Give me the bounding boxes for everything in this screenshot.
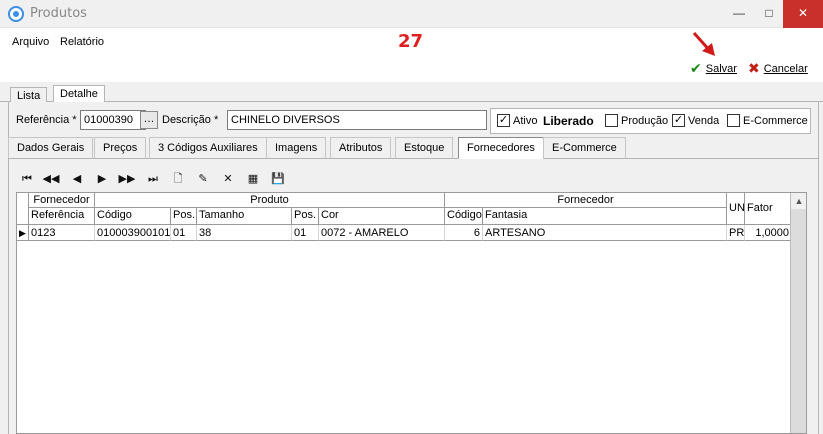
minimize-button[interactable]: — bbox=[724, 0, 754, 28]
cancel-button[interactable]: ✖ Cancelar bbox=[748, 60, 808, 77]
col-header-fantasia[interactable]: Fantasia bbox=[483, 208, 727, 225]
current-row-indicator: ▶ bbox=[17, 225, 29, 241]
col-header-codigo[interactable]: Código bbox=[95, 208, 171, 225]
sub-tab-strip: Dados Gerais Preços 3 Códigos Auxiliares… bbox=[8, 137, 819, 159]
check-icon: ✔ bbox=[690, 60, 702, 76]
outer-tab-strip: Lista Detalhe bbox=[0, 82, 823, 104]
col-header-pos[interactable]: Pos. bbox=[171, 208, 197, 225]
tab-codigos-auxiliares[interactable]: 3 Códigos Auxiliares bbox=[149, 137, 267, 158]
group-header-produto: Produto bbox=[95, 193, 445, 208]
suppliers-grid[interactable]: Fornecedor Produto Fornecedor UN Fator R… bbox=[16, 192, 807, 434]
vertical-scrollbar[interactable]: ▲ bbox=[790, 193, 806, 433]
menu-bar: Arquivo Relatório 27 ✔ Salvar ✖ Cancelar bbox=[0, 28, 823, 82]
edit-icon[interactable]: ✎ bbox=[192, 170, 214, 188]
tab-precos[interactable]: Preços bbox=[94, 137, 147, 158]
referencia-field[interactable]: 01000390 bbox=[80, 110, 146, 130]
status-group: ✓ Ativo Liberado Produção ✓ Venda E-Comm… bbox=[490, 108, 811, 134]
col-header-pos-cor[interactable]: Pos. bbox=[292, 208, 319, 225]
table-row-cell-fator[interactable]: 1,0000 bbox=[745, 225, 792, 241]
indicator-header bbox=[17, 193, 29, 225]
ativo-checkbox[interactable]: ✓ bbox=[497, 114, 510, 127]
save-icon[interactable]: 💾 bbox=[267, 170, 289, 188]
group-header-fornecedor-2: Fornecedor bbox=[445, 193, 727, 208]
col-header-un[interactable]: UN bbox=[727, 193, 745, 225]
col-header-referencia[interactable]: Referência bbox=[29, 208, 95, 225]
descricao-field[interactable]: CHINELO DIVERSOS bbox=[227, 110, 487, 130]
delete-icon[interactable]: ✕ bbox=[217, 170, 239, 188]
cancel-x-icon: ✖ bbox=[748, 60, 760, 76]
table-row-cell-fantasia[interactable]: ARTESANO bbox=[483, 225, 727, 241]
referencia-label: Referência * bbox=[16, 114, 77, 126]
title-bar: Produtos — □ ✕ bbox=[0, 0, 823, 28]
annotation-badge: 27 bbox=[398, 31, 424, 52]
tab-atributos[interactable]: Atributos bbox=[330, 137, 392, 158]
ativo-label: Ativo bbox=[513, 115, 538, 127]
cancel-label: Cancelar bbox=[763, 62, 808, 75]
save-button[interactable]: ✔ Salvar bbox=[690, 60, 737, 77]
col-header-tamanho[interactable]: Tamanho bbox=[197, 208, 292, 225]
app-icon bbox=[8, 6, 24, 22]
tab-estoque[interactable]: Estoque bbox=[395, 137, 454, 158]
table-row-cell-un[interactable]: PR bbox=[727, 225, 745, 241]
maximize-button[interactable]: □ bbox=[754, 0, 784, 28]
menu-relatorio[interactable]: Relatório bbox=[60, 36, 104, 48]
venda-label: Venda bbox=[688, 115, 720, 127]
product-header-fields: Referência * 01000390 … Descrição * CHIN… bbox=[8, 108, 811, 134]
scroll-up-icon[interactable]: ▲ bbox=[791, 193, 806, 209]
next-icon[interactable]: ▶ bbox=[91, 170, 113, 188]
window-title: Produtos bbox=[30, 6, 87, 21]
table-row-cell-tamanho[interactable]: 38 bbox=[197, 225, 292, 241]
close-button[interactable]: ✕ bbox=[783, 0, 823, 28]
table-row-cell-cor[interactable]: 0072 - AMARELO bbox=[319, 225, 445, 241]
producao-label: Produção bbox=[621, 115, 669, 127]
table-row-cell-pos[interactable]: 01 bbox=[171, 225, 197, 241]
red-arrow-icon bbox=[692, 31, 715, 56]
col-header-codigo-fornecedor[interactable]: Código bbox=[445, 208, 483, 225]
lookup-button[interactable]: … bbox=[140, 111, 158, 129]
ecommerce-checkbox[interactable] bbox=[727, 114, 740, 127]
tab-imagens[interactable]: Imagens bbox=[266, 137, 327, 158]
venda-checkbox[interactable]: ✓ bbox=[672, 114, 685, 127]
table-row-cell-referencia[interactable]: 0123 bbox=[29, 225, 95, 241]
ecommerce-label: E-Commerce bbox=[743, 115, 808, 127]
liberado-status: Liberado bbox=[543, 114, 594, 128]
new-icon[interactable]: 🗋 bbox=[167, 170, 189, 188]
col-header-cor[interactable]: Cor bbox=[319, 208, 445, 225]
prior-icon[interactable]: ◀ bbox=[66, 170, 88, 188]
save-label: Salvar bbox=[705, 62, 737, 75]
properties-icon[interactable]: ▦ bbox=[242, 170, 264, 188]
prior-page-icon[interactable]: ◀◀ bbox=[40, 170, 62, 188]
next-page-icon[interactable]: ▶▶ bbox=[116, 170, 138, 188]
producao-checkbox[interactable] bbox=[605, 114, 618, 127]
last-icon[interactable]: ⏭ bbox=[142, 170, 164, 188]
tab-fornecedores[interactable]: Fornecedores bbox=[458, 137, 544, 159]
menu-arquivo[interactable]: Arquivo bbox=[12, 36, 49, 48]
first-icon[interactable]: ⏮ bbox=[16, 170, 38, 188]
group-header-fornecedor: Fornecedor bbox=[29, 193, 95, 208]
table-row-cell-codigo[interactable]: 010003900101 bbox=[95, 225, 171, 241]
table-row-cell-pos-cor[interactable]: 01 bbox=[292, 225, 319, 241]
tab-lista[interactable]: Lista bbox=[10, 87, 48, 103]
tab-ecommerce[interactable]: E-Commerce bbox=[543, 137, 626, 158]
descricao-label: Descrição * bbox=[162, 114, 219, 126]
col-header-fator[interactable]: Fator bbox=[745, 193, 792, 225]
table-row-cell-codigo-fornecedor[interactable]: 6 bbox=[445, 225, 483, 241]
navigator-toolbar: ⏮ ◀◀ ◀ ▶ ▶▶ ⏭ 🗋 ✎ ✕ ▦ 💾 bbox=[16, 168, 516, 190]
tab-dados-gerais[interactable]: Dados Gerais bbox=[8, 137, 94, 158]
